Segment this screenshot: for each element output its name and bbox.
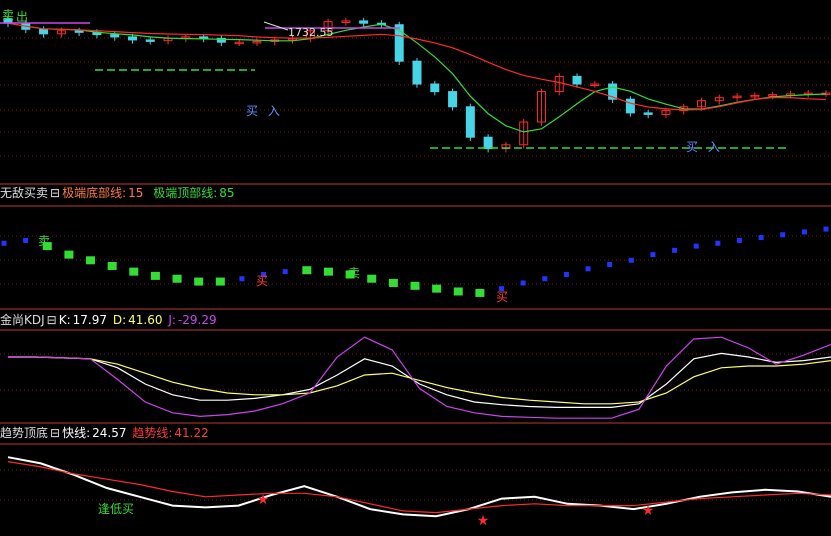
signal-panel-header: 无敌买卖 ⊟ 极端底部线: 15 极端顶部线: 85 (0, 186, 237, 200)
signal-bar (432, 284, 442, 293)
signal-bar (388, 278, 398, 287)
star-icon: ★ (477, 513, 490, 529)
signal-bar (607, 262, 613, 268)
signal-bar (628, 257, 634, 263)
star-icon: ★ (257, 492, 270, 508)
signal-bar (194, 277, 204, 286)
candle-body (572, 75, 582, 85)
candle-body (430, 83, 440, 93)
signal-bar (302, 266, 312, 275)
signal-panel-name: 无敌买卖 (0, 186, 49, 200)
signal-bar (650, 252, 656, 258)
fast-label: 快线: (62, 426, 91, 440)
trend-panel-header: 趋势顶底 ⊟ 快线: 24.57 趋势线: 41.22 (0, 426, 211, 440)
signal-panel[interactable] (1, 226, 829, 297)
signal-bar (215, 277, 225, 286)
signal-bar (823, 226, 829, 232)
signal-bar (585, 266, 591, 272)
trend-panel-name: 趋势顶底 (0, 426, 49, 440)
signal-bar (1, 240, 7, 246)
signal-bar (323, 267, 333, 276)
kdj-panel-header: 金尚KDJ ⊟ K: 17.97 D: 41.60 J: -29.29 (0, 313, 219, 327)
candle-body (465, 106, 475, 138)
signal-bar (780, 232, 786, 238)
candle-body (145, 39, 155, 42)
signal-bar (475, 288, 485, 297)
signal-bar (86, 256, 96, 265)
d-label: D: (112, 313, 127, 327)
candle-body (643, 112, 653, 115)
candle-body (39, 28, 49, 35)
signal-bar (282, 269, 288, 275)
signal-bar (150, 271, 160, 280)
trend-panel[interactable]: ★ ★ ★ (7, 456, 831, 529)
kdj-panel[interactable] (8, 336, 831, 419)
signal-bar (542, 276, 548, 282)
buy-label-1: 买 入 (246, 104, 283, 118)
signal-buy-label-1: 买 (256, 274, 269, 288)
param-a-value: 15 (128, 186, 144, 200)
buy-low-label: 逢低买 (98, 502, 135, 516)
trend-value: 41.22 (174, 426, 209, 440)
signal-bar (453, 287, 463, 296)
signal-bar (672, 247, 678, 253)
k-label: K: (58, 313, 71, 327)
signal-bar (367, 274, 377, 283)
signal-bar (129, 267, 139, 276)
signal-bar (693, 243, 699, 249)
candle-body (448, 91, 458, 108)
signal-bar (172, 274, 182, 283)
candle-body (127, 36, 137, 41)
param-b-value: 85 (219, 186, 235, 200)
j-label: J: (168, 313, 176, 327)
signal-bar (520, 280, 526, 286)
signal-bar (107, 261, 117, 270)
candle-body (110, 34, 120, 38)
top-sell-label-a: 卖 (2, 8, 15, 22)
j-value: -29.29 (177, 313, 217, 327)
price-label: 1732.55 (288, 26, 334, 39)
kdj-d-line (8, 356, 831, 405)
k-value: 17.97 (72, 313, 107, 327)
d-value: 41.60 (128, 313, 163, 327)
signal-bar (715, 240, 721, 246)
param-a-label: 极端底部线: (62, 186, 127, 200)
candle-body (483, 136, 493, 150)
signal-bar (758, 235, 764, 241)
kdj-panel-name: 金尚KDJ (0, 313, 45, 327)
collapse-icon[interactable]: ⊟ (50, 426, 60, 440)
candle-body (625, 98, 635, 114)
candle-body (74, 30, 84, 33)
signal-sell-label-2: 卖 (348, 266, 361, 280)
signal-bar (64, 250, 74, 259)
price-pointer-line (263, 21, 289, 31)
signal-bar (736, 237, 742, 243)
fast-value: 24.57 (92, 426, 127, 440)
star-icon: ★ (642, 503, 655, 519)
kdj-j-line (8, 336, 831, 419)
collapse-icon[interactable]: ⊟ (47, 313, 57, 327)
signal-bar (801, 229, 807, 235)
signal-buy-label-2: 买 (496, 290, 509, 304)
signal-bar (239, 276, 245, 282)
trend-label: 趋势线: (132, 426, 173, 440)
candle-body (412, 60, 422, 85)
candle-body (199, 36, 209, 39)
collapse-icon[interactable]: ⊟ (50, 186, 60, 200)
signal-bar (23, 237, 29, 243)
top-sell-label-b: 出 (16, 10, 29, 24)
chart-stage: ★ ★ ★ (0, 15, 831, 529)
signal-bar (410, 281, 420, 290)
candle-body (359, 20, 369, 24)
buy-label-2: 买 入 (686, 140, 723, 154)
signal-bar (563, 271, 569, 277)
signal-sell-label: 卖 (38, 234, 51, 248)
param-b-label: 极端顶部线: (153, 186, 218, 200)
